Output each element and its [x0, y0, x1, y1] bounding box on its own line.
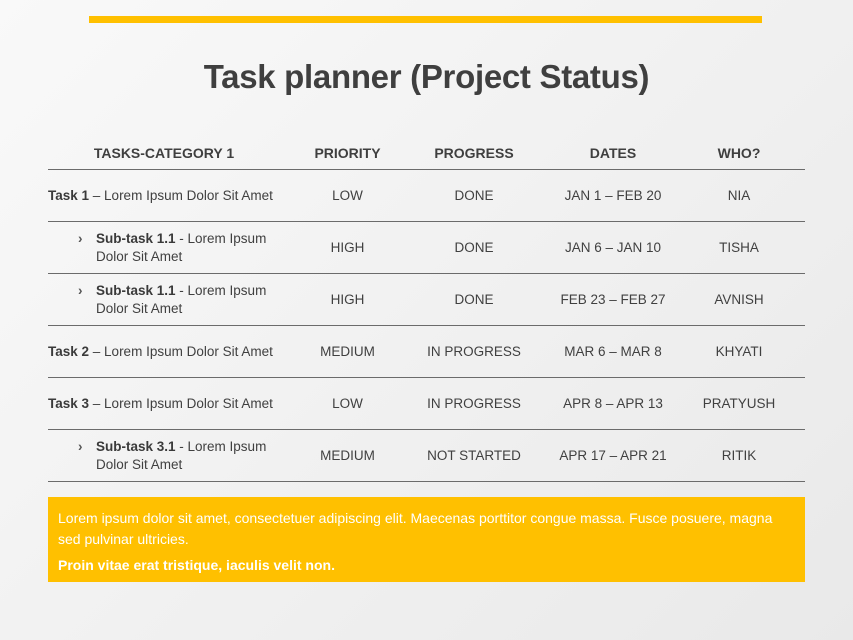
dates-cell: FEB 23 – FEB 27 — [560, 292, 666, 307]
task-cell: Task 1 – Lorem Ipsum Dolor Sit Amet — [48, 187, 300, 205]
note-bold-text: Proin vitae erat tristique, iaculis veli… — [58, 557, 335, 573]
who-cell: PRATYUSH — [702, 396, 776, 411]
task-text: Sub-task 1.1 - Lorem Ipsum Dolor Sit Ame… — [96, 282, 300, 318]
task-separator: - — [175, 230, 188, 246]
dates-cell: APR 17 – APR 21 — [559, 448, 667, 463]
task-separator: - — [175, 282, 188, 298]
priority-cell: LOW — [332, 188, 363, 203]
progress-cell: NOT STARTED — [427, 448, 521, 463]
priority-cell: MEDIUM — [320, 448, 375, 463]
note-text: Lorem ipsum dolor sit amet, consectetuer… — [58, 510, 773, 547]
task-cell: › Sub-task 1.1 - Lorem Ipsum Dolor Sit Am… — [48, 282, 300, 318]
header-who: WHO? — [717, 144, 761, 161]
table-row: › Sub-task 1.1 - Lorem Ipsum Dolor Sit Am… — [48, 222, 805, 274]
header-progress: PROGRESS — [434, 144, 514, 161]
task-description: Lorem Ipsum Dolor Sit Amet — [104, 395, 273, 411]
task-name: Sub-task 1.1 — [96, 282, 176, 298]
note-box: Lorem ipsum dolor sit amet, consectetuer… — [48, 497, 805, 582]
task-cell: › Sub-task 3.1 - Lorem Ipsum Dolor Sit Am… — [48, 438, 300, 474]
chevron-right-icon: › — [78, 438, 83, 454]
header-dates: DATES — [589, 144, 637, 161]
task-separator: - — [175, 438, 188, 454]
chevron-right-icon: › — [78, 282, 83, 298]
task-cell: Task 3 – Lorem Ipsum Dolor Sit Amet — [48, 395, 300, 413]
who-cell: AVNISH — [714, 292, 764, 307]
task-separator: – — [89, 343, 105, 359]
dates-cell: JAN 6 – JAN 10 — [564, 240, 662, 255]
who-cell: RITIK — [721, 448, 757, 463]
task-cell-content: Task 3 – Lorem Ipsum Dolor Sit Amet — [48, 395, 300, 413]
dates-cell: JAN 1 – FEB 20 — [564, 188, 662, 203]
progress-cell: DONE — [454, 188, 494, 203]
table-row: Task 2 – Lorem Ipsum Dolor Sit Amet MEDIU… — [48, 326, 805, 378]
task-description: Lorem Ipsum Dolor Sit Amet — [104, 343, 273, 359]
progress-cell: IN PROGRESS — [427, 344, 521, 359]
dates-cell: MAR 6 – MAR 8 — [564, 344, 662, 359]
task-table: TASKS-CATEGORY 1 PRIORITY PROGRESS DATES… — [48, 136, 805, 482]
task-separator: – — [89, 395, 105, 411]
page-title: Task planner (Project Status) — [203, 58, 650, 95]
header-tasks: TASKS-CATEGORY 1 — [93, 144, 235, 161]
task-name: Sub-task 3.1 — [96, 438, 176, 454]
table-row: Task 3 – Lorem Ipsum Dolor Sit Amet LOW IN… — [48, 378, 805, 430]
who-cell: NIA — [727, 188, 751, 203]
task-cell: › Sub-task 1.1 - Lorem Ipsum Dolor Sit Am… — [48, 230, 300, 266]
task-cell-content: Task 1 – Lorem Ipsum Dolor Sit Amet — [48, 187, 300, 205]
task-separator: – — [89, 187, 105, 203]
task-cell-content: › Sub-task 1.1 - Lorem Ipsum Dolor Sit Am… — [48, 230, 300, 266]
table-header-row: TASKS-CATEGORY 1 PRIORITY PROGRESS DATES… — [48, 136, 805, 170]
task-text: Task 2 – Lorem Ipsum Dolor Sit Amet — [48, 343, 273, 361]
task-name: Task 3 — [48, 395, 90, 411]
task-cell-content: Task 2 – Lorem Ipsum Dolor Sit Amet — [48, 343, 300, 361]
task-text: Sub-task 1.1 - Lorem Ipsum Dolor Sit Ame… — [96, 230, 300, 266]
task-text: Task 1 – Lorem Ipsum Dolor Sit Amet — [48, 187, 273, 205]
task-text: Task 3 – Lorem Ipsum Dolor Sit Amet — [48, 395, 273, 413]
dates-cell: APR 8 – APR 13 — [563, 396, 663, 411]
table-row: › Sub-task 3.1 - Lorem Ipsum Dolor Sit Am… — [48, 430, 805, 482]
priority-cell: HIGH — [330, 292, 365, 307]
task-text: Sub-task 3.1 - Lorem Ipsum Dolor Sit Ame… — [96, 438, 300, 474]
header-priority: PRIORITY — [314, 144, 381, 161]
progress-cell: IN PROGRESS — [427, 396, 521, 411]
task-name: Sub-task 1.1 — [96, 230, 176, 246]
task-cell: Task 2 – Lorem Ipsum Dolor Sit Amet — [48, 343, 300, 361]
task-name: Task 2 — [48, 343, 90, 359]
task-cell-content: › Sub-task 3.1 - Lorem Ipsum Dolor Sit Am… — [48, 438, 300, 474]
task-cell-content: › Sub-task 1.1 - Lorem Ipsum Dolor Sit Am… — [48, 282, 300, 318]
priority-cell: LOW — [332, 396, 363, 411]
priority-cell: HIGH — [330, 240, 365, 255]
task-name: Task 1 — [48, 187, 90, 203]
progress-cell: DONE — [454, 292, 494, 307]
who-cell: TISHA — [719, 240, 759, 255]
who-cell: KHYATI — [715, 344, 763, 359]
table-row: › Sub-task 1.1 - Lorem Ipsum Dolor Sit Am… — [48, 274, 805, 326]
progress-cell: DONE — [454, 240, 494, 255]
table-row: Task 1 – Lorem Ipsum Dolor Sit Amet LOW DO… — [48, 170, 805, 222]
chevron-right-icon: › — [78, 230, 83, 246]
task-description: Lorem Ipsum Dolor Sit Amet — [104, 187, 273, 203]
priority-cell: MEDIUM — [320, 344, 375, 359]
top-accent-bar — [89, 16, 762, 23]
